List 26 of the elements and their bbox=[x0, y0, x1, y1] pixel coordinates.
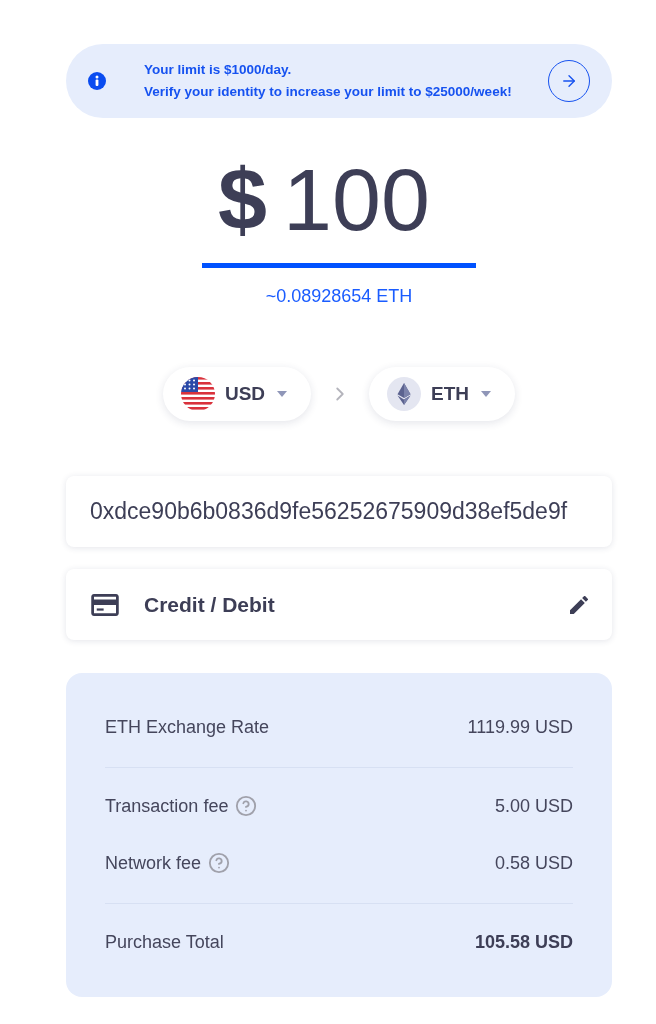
summary-label: Purchase Total bbox=[105, 930, 224, 954]
help-icon[interactable] bbox=[235, 795, 258, 817]
wallet-address-field[interactable]: 0xdce90b6b0836d9fe56252675909d38ef5de9f bbox=[66, 476, 612, 547]
currency-selector[interactable]: USD bbox=[162, 367, 312, 421]
summary-label: ETH Exchange Rate bbox=[105, 715, 270, 739]
currency-symbol: $ bbox=[218, 156, 268, 244]
pencil-icon[interactable] bbox=[570, 595, 588, 614]
help-icon[interactable] bbox=[208, 852, 231, 874]
caret-icon bbox=[481, 391, 492, 397]
currency-selector[interactable]: ETH bbox=[369, 367, 516, 421]
limit-message: Your limit is $1000/day. Verify your identity to increase your limit to $25000/week! bbox=[144, 61, 513, 101]
summary-label: Transaction fee bbox=[105, 794, 229, 818]
info-icon bbox=[88, 72, 106, 90]
summary-value: 5.00 USD bbox=[494, 794, 573, 818]
payment-method-button[interactable]: Credit / Debit bbox=[66, 569, 612, 640]
summary-value: 105.58 USD bbox=[474, 930, 573, 954]
summary-label: Network fee bbox=[105, 851, 202, 875]
credit-card-icon bbox=[91, 593, 119, 616]
caret-icon bbox=[277, 391, 288, 397]
ethereum-icon bbox=[387, 377, 422, 411]
summary-value: 0.58 USD bbox=[494, 851, 573, 875]
summary-value: 1119.99 USD bbox=[467, 715, 573, 739]
amount-value: 100 bbox=[283, 156, 430, 244]
us-flag-icon bbox=[180, 377, 215, 411]
conversion-estimate: ~0.08928654 ETH bbox=[265, 286, 413, 306]
arrow-right-icon bbox=[560, 72, 578, 90]
